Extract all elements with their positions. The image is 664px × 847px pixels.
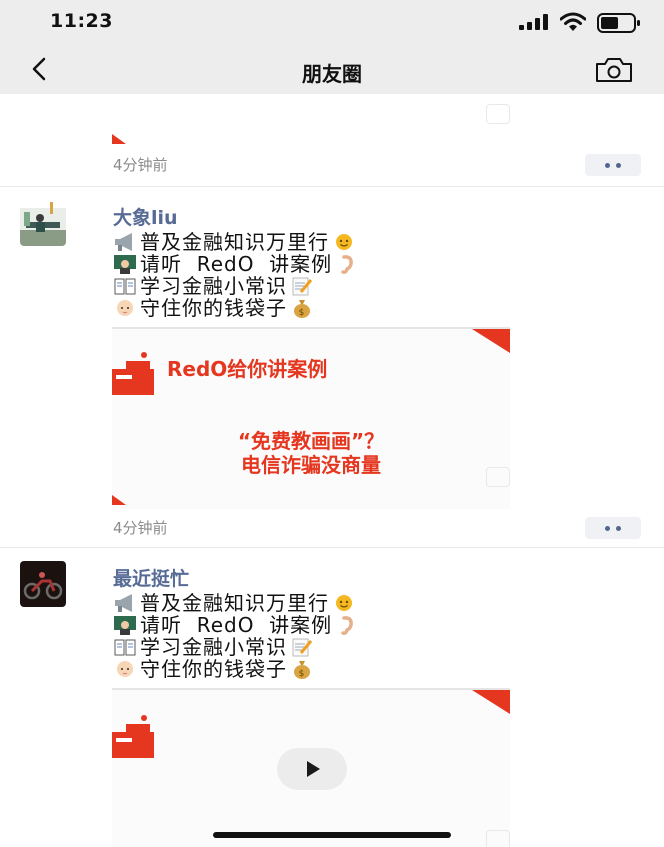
- post-text-line: 普及金融知识万里行: [113, 231, 362, 253]
- post: 最近挺忙 普及金融知识万里行 请听 RedO 讲案例 学习金融小常识 守住你的钱…: [0, 548, 664, 847]
- post-time: 4分钟前: [113, 519, 168, 537]
- post-text-line: 学习金融小常识: [113, 275, 362, 297]
- sun-icon: [336, 234, 352, 250]
- sun-icon: [336, 595, 352, 611]
- author-name[interactable]: 大象liu: [113, 203, 178, 230]
- status-time: 11:23: [50, 10, 113, 32]
- partial-post-image[interactable]: [112, 94, 510, 144]
- post-text-line: 请听 RedO 讲案例: [113, 253, 362, 275]
- line-text: 请听 RedO 讲案例: [140, 613, 333, 637]
- memo-icon: [292, 638, 313, 657]
- red-corner-decoration: [112, 495, 126, 505]
- dot-icon: [616, 525, 621, 531]
- play-button[interactable]: [277, 748, 347, 790]
- battery-icon: [597, 13, 640, 33]
- avatar-office-image: [20, 200, 66, 246]
- post-text-line: 守住你的钱袋子 $: [113, 297, 362, 319]
- dot-icon: [605, 162, 610, 168]
- line-text: 守住你的钱袋子: [140, 296, 287, 320]
- more-actions-button[interactable]: [585, 154, 641, 176]
- post-text-line: 守住你的钱袋子 $: [113, 658, 362, 680]
- money-bag-icon: $: [294, 300, 310, 318]
- book-icon: [114, 639, 136, 656]
- promo-line-2: 电信诈骗没商量: [241, 453, 381, 477]
- dot-icon: [605, 525, 610, 531]
- ear-icon: [341, 616, 354, 635]
- avatar[interactable]: [20, 200, 66, 246]
- teacher-icon: [114, 616, 136, 635]
- promo-headline: RedO给你讲案例: [167, 357, 328, 381]
- megaphone-graphic-icon: [112, 715, 154, 758]
- megaphone-icon: [115, 233, 132, 251]
- avatar[interactable]: [20, 561, 66, 607]
- memo-icon: [292, 277, 313, 296]
- dot-icon: [616, 162, 621, 168]
- line-text: 普及金融知识万里行: [140, 591, 329, 615]
- post-time: 4分钟前: [113, 156, 168, 174]
- post-text-line: 普及金融知识万里行: [113, 592, 362, 614]
- red-corner-decoration: [472, 690, 510, 714]
- svg-text:$: $: [299, 669, 306, 679]
- post-text: 普及金融知识万里行 请听 RedO 讲案例 学习金融小常识 守住你的钱袋子 $: [113, 231, 362, 319]
- baby-icon: [117, 300, 133, 316]
- ear-icon: [341, 255, 354, 274]
- red-corner-decoration: [472, 329, 510, 353]
- line-text: 请听 RedO 讲案例: [140, 252, 333, 276]
- svg-text:$: $: [299, 308, 306, 318]
- status-bar: 11:23: [0, 0, 664, 44]
- post-video[interactable]: [112, 688, 510, 847]
- money-bag-icon: $: [294, 661, 310, 679]
- moments-feed[interactable]: 4分钟前 大象liu 普及金融知识万里行 请听 RedO 讲案例 学习金融小常识…: [0, 94, 664, 847]
- camera-icon[interactable]: [594, 56, 634, 84]
- nav-bar: 朋友圈: [0, 44, 664, 94]
- home-indicator[interactable]: [213, 832, 451, 838]
- watermark-icon: [486, 467, 510, 487]
- teacher-icon: [114, 255, 136, 274]
- partial-post: 4分钟前: [0, 94, 664, 186]
- wifi-icon: [560, 12, 586, 31]
- watermark-icon: [486, 104, 510, 124]
- line-text: 学习金融小常识: [140, 274, 287, 298]
- watermark-icon: [486, 830, 510, 847]
- line-text: 守住你的钱袋子: [140, 657, 287, 681]
- post-image[interactable]: RedO给你讲案例 “免费教画画”？ 电信诈骗没商量: [112, 327, 510, 509]
- red-corner-decoration: [112, 134, 126, 144]
- post-text-line: 请听 RedO 讲案例: [113, 614, 362, 636]
- baby-icon: [117, 661, 133, 677]
- post-text: 普及金融知识万里行 请听 RedO 讲案例 学习金融小常识 守住你的钱袋子 $: [113, 592, 362, 680]
- play-icon: [307, 761, 320, 777]
- avatar-motorcycle-image: [20, 561, 66, 607]
- book-icon: [114, 278, 136, 295]
- author-name[interactable]: 最近挺忙: [113, 564, 189, 591]
- post-text-line: 学习金融小常识: [113, 636, 362, 658]
- post: 大象liu 普及金融知识万里行 请听 RedO 讲案例 学习金融小常识 守住你的…: [0, 187, 664, 547]
- line-text: 普及金融知识万里行: [140, 230, 329, 254]
- more-actions-button[interactable]: [585, 517, 641, 539]
- megaphone-icon: [115, 594, 132, 612]
- line-text: 学习金融小常识: [140, 635, 287, 659]
- page-title: 朋友圈: [302, 62, 362, 86]
- cellular-signal-icon: [519, 14, 548, 30]
- megaphone-graphic-icon: [112, 352, 154, 395]
